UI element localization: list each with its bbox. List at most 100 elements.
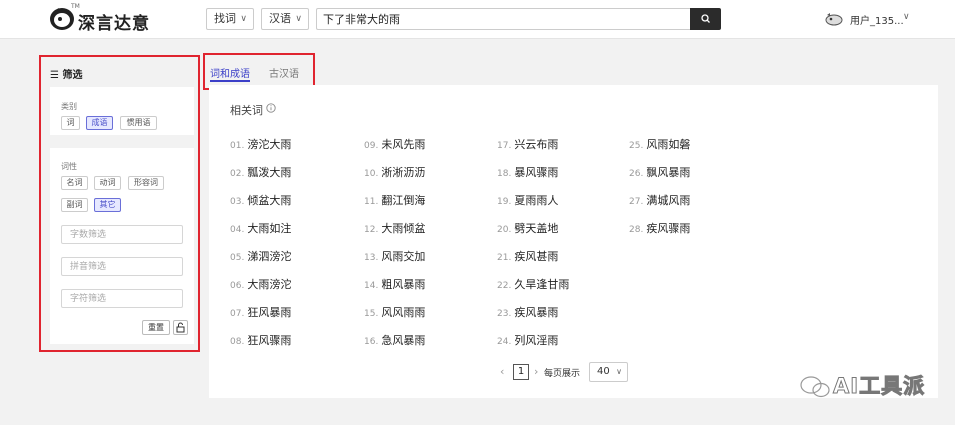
related-word-item[interactable]: 23. 疾风暴雨 xyxy=(497,304,558,320)
search-button[interactable] xyxy=(690,8,721,30)
info-icon[interactable] xyxy=(266,103,276,113)
chevron-down-icon: ∨ xyxy=(616,367,622,376)
related-word-item[interactable]: 08. 狂风骤雨 xyxy=(230,332,291,348)
avatar[interactable] xyxy=(825,12,843,26)
word-text: 狂风暴雨 xyxy=(247,306,292,319)
pos-tag-adverb[interactable]: 副词 xyxy=(61,198,88,212)
pinyin-filter-input[interactable] xyxy=(61,257,183,276)
pos-tag-adjective[interactable]: 形容词 xyxy=(128,176,164,190)
word-index: 22. xyxy=(497,281,512,291)
category-label: 类别 xyxy=(61,102,77,111)
related-word-item[interactable]: 16. 急风暴雨 xyxy=(364,332,425,348)
word-text: 列风淫雨 xyxy=(514,334,559,347)
category-tag-chengyu[interactable]: 成语 xyxy=(86,116,113,130)
word-text: 狂风骤雨 xyxy=(247,334,292,347)
related-word-item[interactable]: 20. 劈天盖地 xyxy=(497,220,558,236)
word-index: 03. xyxy=(230,197,245,207)
language-dropdown[interactable]: 汉语 ∨ xyxy=(261,8,309,30)
prev-page-icon[interactable]: ‹ xyxy=(500,365,504,378)
active-tab-indicator xyxy=(210,80,250,82)
pos-tag-verb[interactable]: 动词 xyxy=(94,176,121,190)
reset-button[interactable]: 重置 xyxy=(142,320,170,335)
related-word-item[interactable]: 18. 暴风骤雨 xyxy=(497,164,558,180)
current-page[interactable]: 1 xyxy=(513,364,529,380)
word-index: 28. xyxy=(629,225,644,235)
category-tag-ci[interactable]: 词 xyxy=(61,116,80,130)
chevron-down-icon: ∨ xyxy=(240,14,247,24)
lock-button[interactable] xyxy=(173,320,188,335)
related-word-item[interactable]: 04. 大雨如注 xyxy=(230,220,291,236)
word-index: 20. xyxy=(497,225,512,235)
related-word-item[interactable]: 17. 兴云布雨 xyxy=(497,136,558,152)
related-word-item[interactable]: 06. 大雨滂沱 xyxy=(230,276,291,292)
related-word-item[interactable]: 10. 淅淅沥沥 xyxy=(364,164,425,180)
word-index: 14. xyxy=(364,281,379,291)
word-text: 疾风骤雨 xyxy=(646,222,691,235)
word-index: 07. xyxy=(230,309,245,319)
related-word-item[interactable]: 01. 滂沱大雨 xyxy=(230,136,291,152)
word-text: 大雨滂沱 xyxy=(247,278,292,291)
related-word-item[interactable]: 26. 飘风暴雨 xyxy=(629,164,690,180)
word-index: 13. xyxy=(364,253,379,263)
word-text: 粗风暴雨 xyxy=(381,278,426,291)
per-page-label: 每页展示 xyxy=(544,369,581,379)
related-word-item[interactable]: 19. 夏雨雨人 xyxy=(497,192,558,208)
word-text: 风雨交加 xyxy=(381,250,426,263)
tab-words-idioms[interactable]: 词和成语 xyxy=(210,65,250,80)
menu-icon: ☰ xyxy=(50,70,59,81)
char-filter-input[interactable] xyxy=(61,289,183,308)
word-text: 未风先雨 xyxy=(381,138,426,151)
related-word-item[interactable]: 02. 瓢泼大雨 xyxy=(230,164,291,180)
related-word-item[interactable]: 05. 涕泗滂沱 xyxy=(230,248,291,264)
logo-icon[interactable] xyxy=(49,7,75,31)
word-index: 16. xyxy=(364,337,379,347)
related-word-item[interactable]: 09. 未风先雨 xyxy=(364,136,425,152)
related-word-item[interactable]: 21. 疾风甚雨 xyxy=(497,248,558,264)
word-text: 翻江倒海 xyxy=(381,194,426,207)
pos-tag-noun[interactable]: 名词 xyxy=(61,176,88,190)
category-tag-guanyongyu[interactable]: 惯用语 xyxy=(120,116,157,130)
word-index: 09. xyxy=(364,141,379,151)
word-index: 23. xyxy=(497,309,512,319)
per-page-select[interactable]: 40 ∨ xyxy=(589,362,628,382)
related-word-item[interactable]: 25. 风雨如磐 xyxy=(629,136,690,152)
word-text: 夏雨雨人 xyxy=(514,194,559,207)
word-index: 19. xyxy=(497,197,512,207)
char-count-filter-input[interactable] xyxy=(61,225,183,244)
next-page-icon[interactable]: › xyxy=(534,365,538,378)
related-word-item[interactable]: 12. 大雨倾盆 xyxy=(364,220,425,236)
watermark-text: AI工具派 xyxy=(832,374,926,399)
search-input[interactable] xyxy=(316,8,690,30)
word-text: 大雨倾盆 xyxy=(381,222,426,235)
word-text: 滂沱大雨 xyxy=(247,138,292,151)
word-index: 26. xyxy=(629,169,644,179)
related-word-item[interactable]: 14. 粗风暴雨 xyxy=(364,276,425,292)
logo-text[interactable]: 深言达意 xyxy=(78,9,150,34)
related-word-item[interactable]: 03. 倾盆大雨 xyxy=(230,192,291,208)
word-text: 风风雨雨 xyxy=(381,306,426,319)
word-text: 疾风甚雨 xyxy=(514,250,559,263)
user-name[interactable]: 用户_135... xyxy=(850,12,904,27)
search-type-label: 找词 xyxy=(214,12,236,25)
related-word-item[interactable]: 27. 满城风雨 xyxy=(629,192,690,208)
related-word-item[interactable]: 07. 狂风暴雨 xyxy=(230,304,291,320)
tab-classical-chinese[interactable]: 古汉语 xyxy=(269,65,299,80)
pos-tag-other[interactable]: 其它 xyxy=(94,198,121,212)
word-index: 27. xyxy=(629,197,644,207)
lock-icon xyxy=(176,322,185,333)
pos-label: 词性 xyxy=(61,162,77,171)
related-word-item[interactable]: 28. 疾风骤雨 xyxy=(629,220,690,236)
related-word-item[interactable]: 13. 风雨交加 xyxy=(364,248,425,264)
related-word-item[interactable]: 24. 列风淫雨 xyxy=(497,332,558,348)
word-text: 倾盆大雨 xyxy=(247,194,292,207)
search-icon xyxy=(701,14,710,23)
per-page-value: 40 xyxy=(597,366,610,377)
section-title: 相关词 xyxy=(230,104,263,117)
filter-title: ☰ 筛选 xyxy=(50,70,83,81)
related-word-item[interactable]: 22. 久旱逢甘雨 xyxy=(497,276,569,292)
word-index: 11. xyxy=(364,197,379,207)
related-word-item[interactable]: 11. 翻江倒海 xyxy=(364,192,425,208)
related-word-item[interactable]: 15. 风风雨雨 xyxy=(364,304,425,320)
search-type-dropdown[interactable]: 找词 ∨ xyxy=(206,8,254,30)
chevron-down-icon[interactable]: ∨ xyxy=(903,12,910,22)
